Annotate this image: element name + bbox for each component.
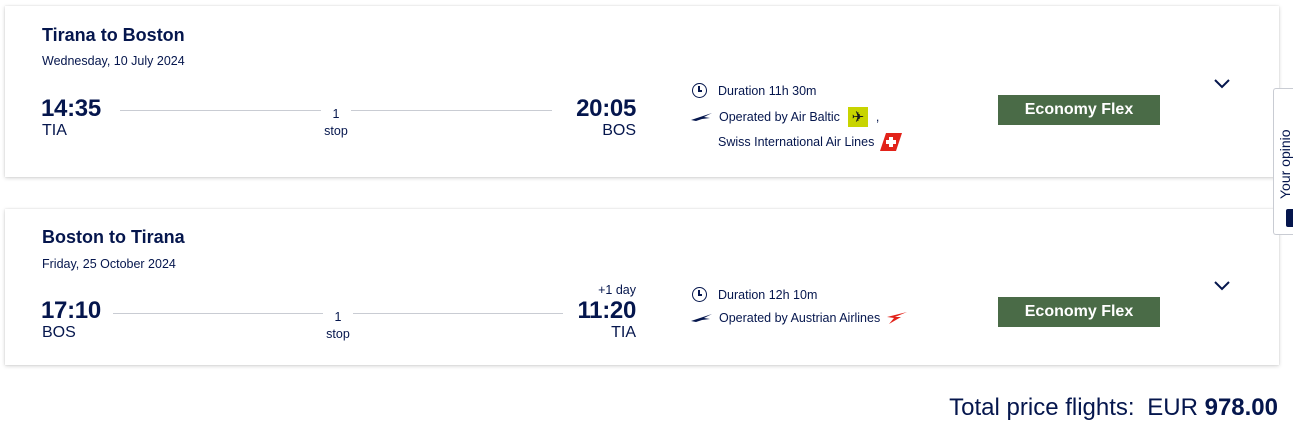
duration-row: Duration 11h 30m — [692, 83, 816, 98]
route-title: Boston to Tirana — [42, 227, 185, 247]
duration-text: Duration 11h 30m — [718, 83, 817, 98]
total-price-currency: EUR — [1147, 394, 1198, 421]
flight-date: Wednesday, 10 July 2024 — [42, 54, 185, 68]
operated-by-row: Operated by Air Baltic ✈ , — [690, 107, 879, 127]
stops-label: stop — [324, 124, 348, 138]
fare-economy-flex-button[interactable]: Economy Flex — [998, 297, 1160, 327]
swiss-logo-icon — [880, 133, 903, 151]
austrian-logo-icon — [887, 312, 908, 324]
total-price: Total price flights: EUR 978.00 — [949, 394, 1278, 422]
clock-icon — [692, 83, 707, 98]
duration-text: Duration 12h 10m — [718, 287, 818, 302]
chevron-down-icon[interactable] — [1212, 279, 1232, 293]
departure-code: TIA — [42, 122, 67, 139]
arrival-code: TIA — [611, 324, 636, 341]
feedback-tab-label: Your opinion — [1277, 129, 1293, 199]
lufthansa-crane-icon — [691, 113, 712, 121]
duration-row: Duration 12h 10m — [692, 287, 817, 302]
departure-time: 14:35 — [41, 95, 101, 122]
operator-separator: , — [875, 110, 880, 124]
operated-by-text: Operated by Austrian Airlines — [719, 311, 881, 325]
stops-count: 1 — [321, 107, 351, 121]
flight-card-outbound[interactable]: Tirana to Boston Wednesday, 10 July 2024… — [5, 6, 1279, 177]
airbaltic-logo-icon: ✈ — [847, 107, 868, 127]
arrival-code: BOS — [602, 122, 636, 139]
total-price-label: Total price flights: — [949, 394, 1135, 421]
operated-by-row: Operated by Austrian Airlines — [690, 311, 908, 325]
clock-icon — [692, 287, 707, 302]
total-price-amount: 978.00 — [1204, 394, 1278, 421]
departure-time: 17:10 — [41, 297, 101, 324]
arrival-time: 11:20 — [577, 297, 636, 324]
flight-card-return[interactable]: Boston to Tirana Friday, 25 October 2024… — [5, 209, 1279, 365]
arrival-time: 20:05 — [576, 95, 636, 122]
stops-count: 1 — [323, 310, 353, 324]
feedback-badge-icon — [1286, 209, 1293, 227]
stops-label: stop — [326, 327, 350, 341]
day-offset: +1 day — [598, 283, 636, 297]
fare-economy-flex-button[interactable]: Economy Flex — [998, 95, 1160, 125]
feedback-side-tab[interactable]: Your opinion — [1273, 88, 1293, 235]
lufthansa-crane-icon — [691, 314, 712, 322]
operated-by-text: Operated by Air Baltic — [719, 110, 840, 124]
operated-by-second-text: Swiss International Air Lines — [718, 135, 875, 149]
chevron-down-icon[interactable] — [1212, 77, 1232, 91]
flight-date: Friday, 25 October 2024 — [42, 257, 176, 271]
operated-by-second-row: Swiss International Air Lines — [718, 133, 903, 151]
departure-code: BOS — [42, 324, 76, 341]
route-title: Tirana to Boston — [42, 25, 185, 45]
